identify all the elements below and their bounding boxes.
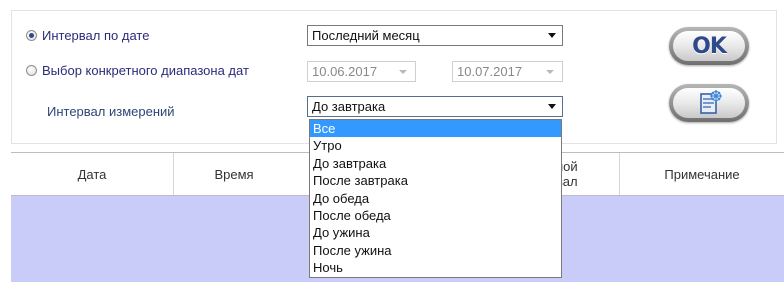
date-interval-select[interactable]: Последний месяц <box>307 25 563 46</box>
measurement-interval-dropdown[interactable]: Все Утро До завтрака После завтрака До о… <box>309 119 562 278</box>
date-to-value: 10.07.2017 <box>457 64 523 79</box>
ok-button[interactable]: OK <box>669 27 749 65</box>
chevron-down-icon <box>548 33 556 38</box>
dropdown-option[interactable]: До завтрака <box>310 155 561 172</box>
dropdown-option[interactable]: После завтрака <box>310 172 561 189</box>
date-interval-radio[interactable] <box>26 30 37 41</box>
measurement-interval-select[interactable]: До завтрака <box>307 96 563 117</box>
chevron-down-icon <box>399 70 407 74</box>
date-range-label[interactable]: Выбор конкретного диапазона дат <box>42 63 249 78</box>
column-header-note[interactable]: Примечание <box>620 153 784 195</box>
export-button-face <box>673 88 745 118</box>
column-header-date[interactable]: Дата <box>11 153 173 195</box>
date-from-picker[interactable]: 10.06.2017 <box>307 61 416 82</box>
dropdown-option[interactable]: До обеда <box>310 190 561 207</box>
dropdown-option[interactable]: До ужина <box>310 224 561 241</box>
measurement-interval-label: Интервал измерений <box>47 104 175 119</box>
dropdown-option[interactable]: Все <box>310 120 561 138</box>
dropdown-option[interactable]: После ужина <box>310 242 561 259</box>
date-to-picker[interactable]: 10.07.2017 <box>452 61 563 82</box>
ok-button-label: OK <box>692 33 727 59</box>
date-range-radio[interactable] <box>26 65 37 76</box>
date-interval-label[interactable]: Интервал по дате <box>42 28 149 43</box>
document-sparkle-icon <box>700 90 722 114</box>
dropdown-option[interactable]: После обеда <box>310 207 561 224</box>
export-button[interactable] <box>669 84 749 122</box>
chevron-down-icon <box>548 104 556 109</box>
date-from-value: 10.06.2017 <box>312 64 378 79</box>
date-interval-value: Последний месяц <box>312 28 420 43</box>
dropdown-option[interactable]: Ночь <box>310 259 561 276</box>
chevron-down-icon <box>546 70 554 74</box>
column-header-time[interactable]: Время <box>174 153 294 195</box>
measurement-interval-value: До завтрака <box>312 99 386 114</box>
column-header-interval[interactable]: ной вал <box>556 153 606 195</box>
ok-button-face: OK <box>673 31 745 61</box>
dropdown-option[interactable]: Утро <box>310 137 561 154</box>
